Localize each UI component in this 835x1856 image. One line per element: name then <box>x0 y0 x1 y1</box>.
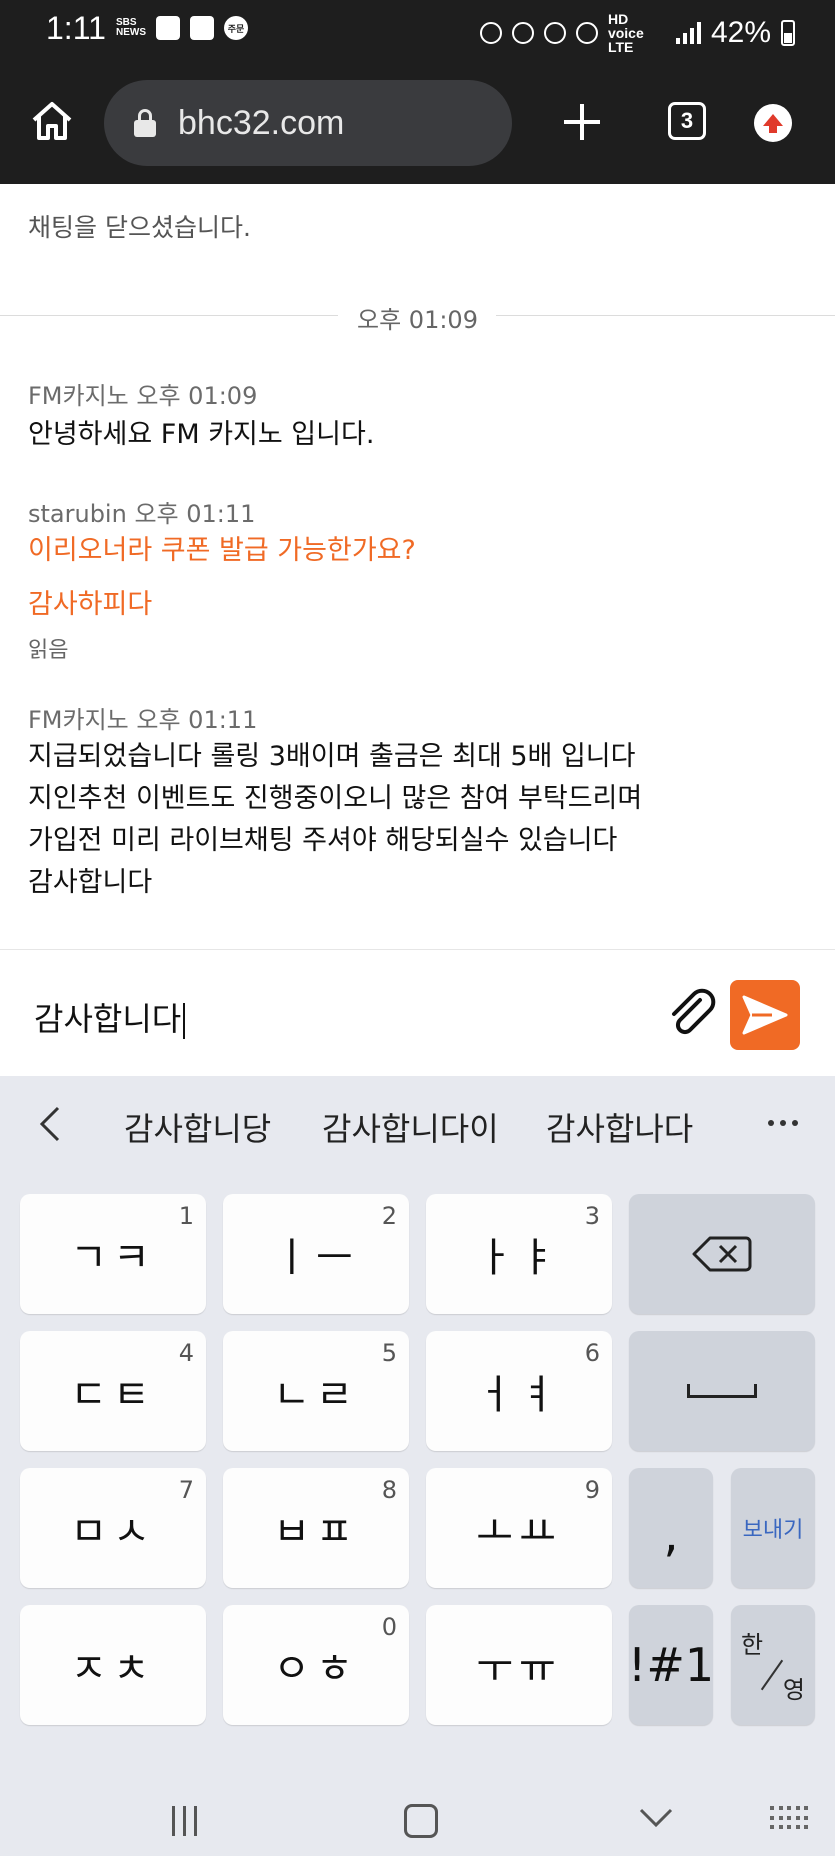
address-bar[interactable]: bhc32.com <box>104 80 512 166</box>
mute-icon <box>543 22 566 44</box>
message-text: 지급되었습니다 롤링 3배이며 출금은 최대 5배 입니다 <box>28 741 636 772</box>
chevron-down-icon[interactable] <box>638 1806 674 1830</box>
message-text: 가입전 미리 라이브채팅 주셔야 해당되실수 있습니다 <box>28 825 618 856</box>
status-bar: 1:11 SBS NEWS 주문 HD voice LTE 42% <box>0 0 835 62</box>
symbols-key[interactable]: !#1 <box>628 1605 714 1725</box>
sbs-news-icon: SBS NEWS <box>116 17 146 38</box>
message-meta: starubin 오후 01:11 <box>28 500 256 528</box>
key-o-yo[interactable]: ㅗㅛ 9 <box>426 1468 612 1588</box>
system-nav-bar <box>0 1776 835 1856</box>
key-jieut-chieut[interactable]: ㅈㅊ <box>20 1605 206 1725</box>
backspace-key[interactable] <box>629 1194 815 1314</box>
battery-percent: 42% <box>710 16 771 49</box>
more-icon[interactable] <box>768 1120 798 1126</box>
send-button[interactable] <box>730 980 800 1050</box>
home-icon[interactable] <box>30 98 74 142</box>
space-icon <box>687 1384 757 1398</box>
recent-apps-icon[interactable] <box>172 1806 197 1836</box>
signal-icon <box>675 22 701 44</box>
key-mieum-siot[interactable]: ㅁㅅ 7 <box>20 1468 206 1588</box>
key-u-yu[interactable]: ㅜㅠ <box>426 1605 612 1725</box>
key-nieun-rieul[interactable]: ㄴㄹ 5 <box>223 1331 409 1451</box>
message-text: 감사합니다 <box>28 867 153 898</box>
sync-icon <box>479 22 502 44</box>
chevron-left-icon[interactable] <box>36 1106 66 1142</box>
suggestion-item[interactable]: 감사합니당 <box>124 1104 271 1150</box>
key-ieung-hieut[interactable]: ㅇㅎ 0 <box>223 1605 409 1725</box>
language-switch-key[interactable]: 한 영 <box>731 1605 815 1725</box>
url-text: bhc32.com <box>178 103 345 142</box>
key-a-ya[interactable]: ㅏㅑ 3 <box>426 1194 612 1314</box>
keyboard: 감사합니당 감사합니다이 감사합나다 ㄱㅋ 1 ㅣㅡ 2 ㅏㅑ 3 ㄷㅌ 4 ㄴㄹ 5 ㅓ… <box>0 1076 835 1776</box>
message-input[interactable]: 감사합니다 <box>34 994 186 1040</box>
send-icon <box>742 995 788 1035</box>
key-bieup-pieup[interactable]: ㅂㅍ 8 <box>223 1468 409 1588</box>
suggestion-bar: 감사합니당 감사합니다이 감사합나다 <box>0 1076 835 1172</box>
key-eo-yeo[interactable]: ㅓㅕ 6 <box>426 1331 612 1451</box>
chat-closed-notice: 채팅을 닫으셨습니다. <box>28 213 251 242</box>
space-key[interactable] <box>629 1331 815 1451</box>
time-divider-label: 오후 01:09 <box>357 306 478 334</box>
chat-area: 채팅을 닫으셨습니다. 오후 01:09 FM카지노 오후 01:09 안녕하세… <box>0 184 835 950</box>
key-giyeok-kieuk[interactable]: ㄱㅋ 1 <box>20 1194 206 1314</box>
time-divider: 오후 01:09 <box>0 300 835 334</box>
read-receipt: 읽음 <box>28 638 69 663</box>
keyboard-icon[interactable] <box>770 1806 810 1832</box>
message-meta: FM카지노 오후 01:09 <box>28 382 258 410</box>
paperclip-icon[interactable] <box>666 988 720 1042</box>
message-text: 이리오너라 쿠폰 발급 가능한가요? <box>28 535 416 566</box>
message-input-value: 감사합니다 <box>34 1000 182 1038</box>
calendar-icon <box>156 16 180 40</box>
new-tab-icon[interactable] <box>562 102 602 142</box>
suggestion-item[interactable]: 감사합나다 <box>546 1104 693 1150</box>
comma-key[interactable]: , <box>629 1468 713 1588</box>
message-text: 감사하피다 <box>28 589 153 620</box>
notification-icons: SBS NEWS 주문 <box>116 16 248 40</box>
battery-icon <box>781 20 795 46</box>
browser-toolbar: bhc32.com 3 <box>0 62 835 184</box>
update-icon[interactable] <box>754 104 792 142</box>
tab-switcher-button[interactable]: 3 <box>668 102 706 140</box>
key-digeut-tieut[interactable]: ㄷㅌ 4 <box>20 1331 206 1451</box>
network-label: HD voice LTE <box>607 11 644 55</box>
key-i-eu[interactable]: ㅣㅡ 2 <box>223 1194 409 1314</box>
message-text: 안녕하세요 FM 카지노 입니다. <box>28 419 375 450</box>
system-icons: HD voice LTE 42% <box>479 11 795 55</box>
lock-icon <box>134 109 156 137</box>
suggestion-item[interactable]: 감사합니다이 <box>322 1104 499 1150</box>
message-meta: FM카지노 오후 01:11 <box>28 706 258 734</box>
alarm-icon <box>511 22 534 44</box>
message-text: 지인추천 이벤트도 진행중이오니 많은 참여 부탁드리며 <box>28 783 643 814</box>
order-icon: 주문 <box>224 16 248 40</box>
home-nav-icon[interactable] <box>404 1804 438 1838</box>
send-key[interactable]: 보내기 <box>731 1468 815 1588</box>
message-composer: 감사합니다 <box>0 950 835 1076</box>
status-time: 1:11 <box>46 10 106 46</box>
gallery-icon <box>190 16 214 40</box>
backspace-icon <box>629 1194 815 1314</box>
location-icon <box>575 22 598 44</box>
